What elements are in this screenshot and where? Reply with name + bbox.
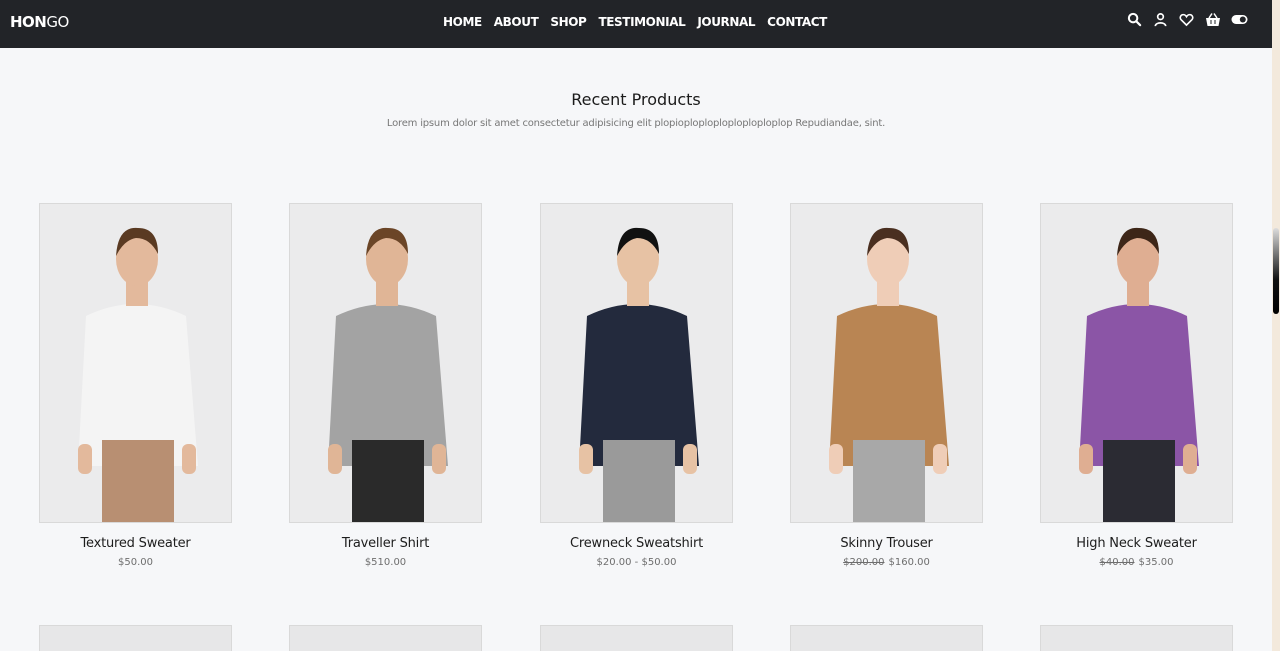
- search-icon[interactable]: [1127, 12, 1142, 27]
- product-name[interactable]: Traveller Shirt: [289, 536, 482, 551]
- product-card-row2[interactable]: [540, 625, 733, 651]
- product-current-price: $35.00: [1138, 557, 1174, 568]
- nav-journal[interactable]: JOURNAL: [697, 15, 755, 29]
- product-card[interactable]: Textured Sweater $50.00: [39, 203, 232, 568]
- product-image[interactable]: [540, 203, 733, 523]
- product-old-price: $40.00: [1099, 557, 1135, 568]
- product-current-price: $510.00: [364, 557, 407, 568]
- product-card-row2[interactable]: [790, 625, 983, 651]
- product-card[interactable]: Traveller Shirt $510.00: [289, 203, 482, 568]
- nav-icon-group: [1127, 12, 1248, 27]
- product-card[interactable]: Skinny Trouser $200.00 $160.00: [790, 203, 983, 568]
- page-scrollbar[interactable]: [1272, 0, 1280, 651]
- product-card-row2[interactable]: [289, 625, 482, 651]
- product-price: $50.00: [39, 557, 232, 568]
- product-name[interactable]: Crewneck Sweatshirt: [540, 536, 733, 551]
- user-icon[interactable]: [1153, 12, 1168, 27]
- logo-bold-text: HON: [10, 13, 47, 31]
- product-current-price: $160.00: [888, 557, 930, 568]
- product-card-row2[interactable]: [39, 625, 232, 651]
- top-navbar: HONGO HOME ABOUT SHOP TESTIMONIAL JOURNA…: [0, 0, 1272, 48]
- nav-home[interactable]: HOME: [443, 15, 482, 29]
- product-name[interactable]: Textured Sweater: [39, 536, 232, 551]
- nav-contact[interactable]: CONTACT: [767, 15, 827, 29]
- nav-about[interactable]: ABOUT: [494, 15, 539, 29]
- product-card[interactable]: High Neck Sweater $40.00 $35.00: [1040, 203, 1233, 568]
- product-old-price: $200.00: [843, 557, 885, 568]
- basket-icon[interactable]: [1205, 12, 1220, 27]
- heart-icon[interactable]: [1179, 12, 1194, 27]
- scrollbar-thumb[interactable]: [1273, 228, 1279, 314]
- product-price: $20.00 - $50.00: [540, 557, 733, 568]
- product-price: $200.00 $160.00: [790, 557, 983, 568]
- section-subtitle: Lorem ipsum dolor sit amet consectetur a…: [386, 118, 886, 129]
- main-menu: HOME ABOUT SHOP TESTIMONIAL JOURNAL CONT…: [443, 15, 827, 29]
- product-image[interactable]: [289, 203, 482, 523]
- product-name[interactable]: Skinny Trouser: [790, 536, 983, 551]
- product-image[interactable]: [39, 203, 232, 523]
- product-price: $510.00: [289, 557, 482, 568]
- product-price: $40.00 $35.00: [1040, 557, 1233, 568]
- product-current-price: $20.00 - $50.00: [596, 557, 677, 568]
- product-name[interactable]: High Neck Sweater: [1040, 536, 1233, 551]
- product-image[interactable]: [1040, 203, 1233, 523]
- brand-logo[interactable]: HONGO: [10, 13, 69, 31]
- nav-shop[interactable]: SHOP: [550, 15, 586, 29]
- toggle-icon[interactable]: [1231, 12, 1248, 27]
- nav-testimonial[interactable]: TESTIMONIAL: [598, 15, 685, 29]
- product-card-row2[interactable]: [1040, 625, 1233, 651]
- section-title: Recent Products: [571, 90, 701, 109]
- logo-light-text: GO: [46, 13, 69, 31]
- product-image[interactable]: [790, 203, 983, 523]
- product-card[interactable]: Crewneck Sweatshirt $20.00 - $50.00: [540, 203, 733, 568]
- product-current-price: $50.00: [118, 557, 153, 568]
